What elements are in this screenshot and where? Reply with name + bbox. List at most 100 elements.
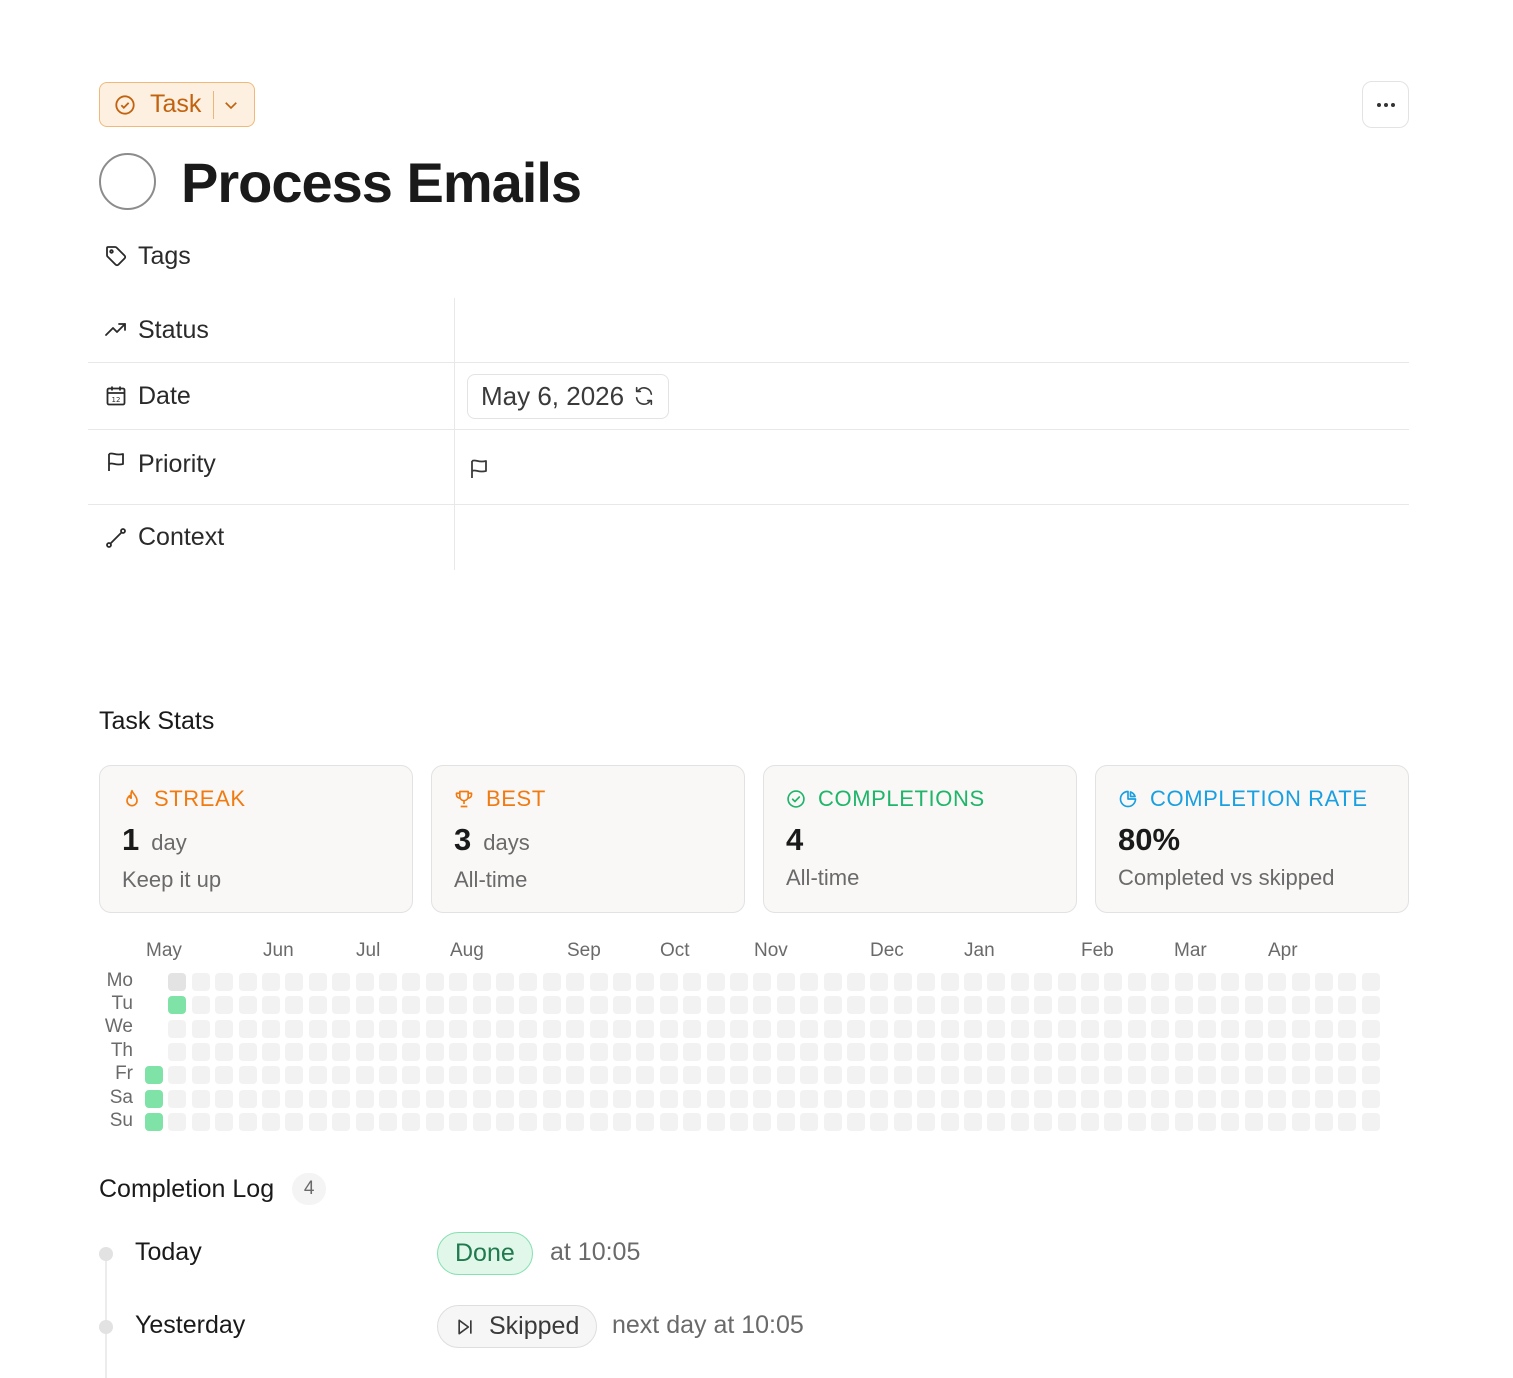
heatmap-cell <box>332 1043 350 1061</box>
heatmap-cell <box>473 973 491 991</box>
heatmap-cell <box>824 996 842 1014</box>
heatmap-cell <box>613 1090 631 1108</box>
chevron-down-icon[interactable] <box>222 96 240 114</box>
status-badge-done[interactable]: Done <box>437 1232 533 1275</box>
completion-log-header: Completion Log 4 <box>99 1173 327 1205</box>
heatmap-cell <box>1104 1066 1122 1084</box>
heatmap-cell <box>1151 1066 1169 1084</box>
more-options-button[interactable] <box>1362 81 1409 128</box>
heatmap-cell <box>1198 1113 1216 1131</box>
heatmap-cell <box>356 1043 374 1061</box>
heatmap-day-label: Fr <box>115 1063 133 1084</box>
heatmap-cell <box>730 1090 748 1108</box>
heatmap-cell <box>449 1020 467 1038</box>
stat-card-completions: COMPLETIONS 4 All-time <box>763 765 1077 913</box>
heatmap-cell <box>1292 1113 1310 1131</box>
trophy-icon <box>455 790 473 808</box>
check-circle-icon <box>115 94 135 115</box>
heatmap-month-label: Aug <box>450 940 484 961</box>
heatmap-cell <box>1128 996 1146 1014</box>
heatmap-cell <box>1198 996 1216 1014</box>
page-title[interactable]: Process Emails <box>181 148 582 218</box>
heatmap-cell <box>1104 1090 1122 1108</box>
date-chip[interactable]: May 6, 2026 <box>467 373 670 419</box>
heatmap-cell <box>1245 1020 1263 1038</box>
heatmap-cell <box>168 1090 186 1108</box>
heatmap-month-label: May <box>146 940 182 961</box>
heatmap-cell <box>753 996 771 1014</box>
heatmap-cell <box>1245 1090 1263 1108</box>
heatmap-cell <box>1175 1090 1193 1108</box>
heatmap-cell <box>777 1020 795 1038</box>
heatmap-cell <box>683 996 701 1014</box>
heatmap-cell <box>426 1043 444 1061</box>
heatmap-cell <box>894 973 912 991</box>
heatmap-cell <box>496 1090 514 1108</box>
heatmap-cell <box>519 1090 537 1108</box>
heatmap-cell <box>777 1090 795 1108</box>
heatmap-cell <box>870 1113 888 1131</box>
heatmap-cell <box>402 1066 420 1084</box>
heatmap-cell <box>1221 996 1239 1014</box>
heatmap-cell <box>1292 1043 1310 1061</box>
heatmap-cell <box>379 1090 397 1108</box>
heatmap-cell <box>1128 1066 1146 1084</box>
heatmap-cell <box>964 1113 982 1131</box>
heatmap-cell <box>566 973 584 991</box>
heatmap-cell <box>449 1090 467 1108</box>
heatmap-cell <box>800 1020 818 1038</box>
heatmap-cell <box>1011 1066 1029 1084</box>
svg-text:12: 12 <box>112 396 121 404</box>
heatmap-cell <box>262 1066 280 1084</box>
heatmap-cell <box>215 996 233 1014</box>
heatmap-cell <box>800 973 818 991</box>
heatmap-cell <box>239 1043 257 1061</box>
repeat-icon <box>635 386 653 406</box>
heatmap-cell <box>1104 1113 1122 1131</box>
priority-value[interactable] <box>455 430 1409 504</box>
context-value[interactable] <box>455 505 1409 570</box>
heatmap-cell <box>285 1043 303 1061</box>
heatmap-cell <box>870 1020 888 1038</box>
type-selector[interactable]: Task <box>99 82 255 127</box>
complete-toggle[interactable] <box>99 153 156 210</box>
heatmap-cell <box>519 1020 537 1038</box>
calendar-icon: 12 <box>106 386 126 406</box>
heatmap-month-label: Apr <box>1268 940 1298 961</box>
heatmap-cell <box>356 1113 374 1131</box>
heatmap-cell <box>566 996 584 1014</box>
stat-unit: days <box>483 830 530 855</box>
tags-field[interactable]: Tags <box>104 240 191 272</box>
heatmap-month-label: Jul <box>356 940 381 961</box>
timeline-dot <box>99 1247 113 1261</box>
heatmap-cell <box>824 1090 842 1108</box>
type-label: Task <box>150 90 202 118</box>
heatmap-cell <box>870 996 888 1014</box>
heatmap-cell <box>660 1066 678 1084</box>
heatmap-cell <box>1081 1066 1099 1084</box>
heatmap-cell <box>543 996 561 1014</box>
property-row-priority: Priority <box>88 430 1409 505</box>
heatmap-cell <box>824 1066 842 1084</box>
heatmap-month-label: Jan <box>964 940 995 961</box>
heatmap-cell <box>941 1020 959 1038</box>
heatmap-cell <box>683 1090 701 1108</box>
date-text: May 6, 2026 <box>481 380 625 411</box>
status-value[interactable] <box>455 298 1409 362</box>
heatmap-cell <box>332 1090 350 1108</box>
heatmap-cell <box>613 1020 631 1038</box>
heatmap-cell <box>753 1090 771 1108</box>
heatmap-cell <box>1151 1113 1169 1131</box>
stat-label: STREAK <box>154 786 246 811</box>
heatmap-cell <box>473 1090 491 1108</box>
flag-icon[interactable] <box>467 457 491 481</box>
heatmap-cell <box>168 996 186 1014</box>
heatmap-cell <box>1034 1090 1052 1108</box>
heatmap-cell <box>847 1043 865 1061</box>
property-key-context: Context <box>88 505 455 570</box>
heatmap-cell <box>777 1066 795 1084</box>
heatmap-cell <box>192 1090 210 1108</box>
status-badge-skipped[interactable]: Skipped <box>437 1305 598 1348</box>
heatmap-cell <box>1315 996 1333 1014</box>
heatmap-cell <box>636 973 654 991</box>
